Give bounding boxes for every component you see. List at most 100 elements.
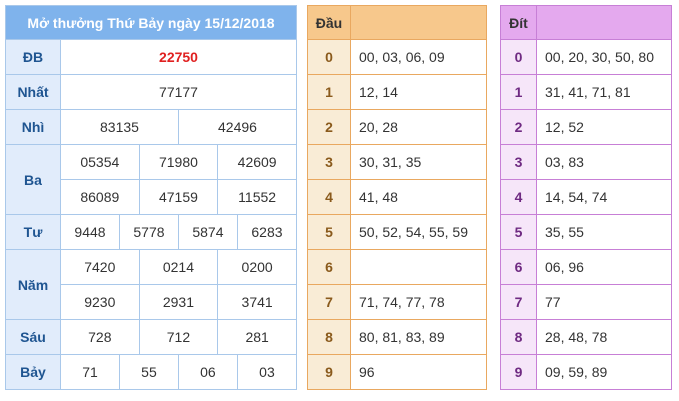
dit-row: 7 77 [500, 284, 672, 320]
dau-index: 3 [307, 144, 351, 180]
dau-values: 20, 28 [350, 109, 487, 145]
dau-table: Đầu 0 00, 03, 06, 09 1 12, 14 2 20, 28 3 30, 31… [307, 5, 487, 390]
dau-row: 7 71, 74, 77, 78 [307, 284, 487, 320]
dit-values: 06, 96 [536, 249, 672, 285]
dit-row: 9 09, 59, 89 [500, 354, 672, 390]
prize-value-ba: 86089 [60, 179, 140, 215]
dit-values: 09, 59, 89 [536, 354, 672, 390]
prize-value-db: 22750 [60, 39, 297, 75]
prize-value-nhat: 77177 [60, 74, 297, 110]
dit-table: Đít 0 00, 20, 30, 50, 80 1 31, 41, 71, 81 2 1… [500, 5, 672, 390]
dit-index: 2 [500, 109, 537, 145]
prize-label-nhat: Nhất [5, 74, 61, 110]
prize-label-bay: Bảy [5, 354, 61, 390]
dau-values: 30, 31, 35 [350, 144, 487, 180]
prize-row-db: ĐB 22750 [5, 39, 297, 75]
prize-value-nam: 9230 [60, 284, 140, 320]
dau-index: 5 [307, 214, 351, 250]
prize-row-nhi: Nhì 83135 42496 [5, 109, 298, 145]
dit-index: 4 [500, 179, 537, 215]
prize-row-nam: Năm 7420 0214 0200 [5, 249, 297, 320]
prize-value-nhi: 83135 [60, 109, 179, 145]
dit-row: 0 00, 20, 30, 50, 80 [500, 39, 672, 75]
prize-value-nam: 7420 [60, 249, 140, 285]
dit-index: 6 [500, 249, 537, 285]
dau-row: 3 30, 31, 35 [307, 144, 487, 180]
dau-row: 4 41, 48 [307, 179, 487, 215]
dit-row: 3 03, 83 [500, 144, 672, 180]
dit-index: 8 [500, 319, 537, 355]
prize-label-nhi: Nhì [5, 109, 61, 145]
dit-values: 03, 83 [536, 144, 672, 180]
prize-value-tu: 6283 [236, 214, 298, 250]
dit-index: 1 [500, 74, 537, 110]
prize-value-bay: 06 [177, 354, 238, 390]
dit-index: 3 [500, 144, 537, 180]
dau-index: 2 [307, 109, 351, 145]
dau-row: 8 80, 81, 83, 89 [307, 319, 487, 355]
prize-value-tu: 5874 [177, 214, 238, 250]
prize-label-sau: Sáu [5, 319, 61, 355]
prize-label-db: ĐB [5, 39, 61, 75]
dit-header-blank [536, 5, 672, 40]
prize-value-nam: 0200 [217, 249, 297, 285]
dau-row: 6 [307, 249, 487, 285]
dau-row: 5 50, 52, 54, 55, 59 [307, 214, 487, 250]
dau-index: 8 [307, 319, 351, 355]
dau-values [350, 249, 487, 285]
dau-header: Đầu [307, 5, 351, 40]
prize-value-tu: 9448 [60, 214, 120, 250]
prize-row-tu: Tư 9448 5778 5874 6283 [5, 214, 298, 250]
dau-index: 6 [307, 249, 351, 285]
prize-value-bay: 71 [60, 354, 120, 390]
dau-index: 7 [307, 284, 351, 320]
dit-index: 7 [500, 284, 537, 320]
dit-values: 28, 48, 78 [536, 319, 672, 355]
prize-value-nhi: 42496 [177, 109, 298, 145]
prize-value-nam: 0214 [138, 249, 219, 285]
dau-row: 2 20, 28 [307, 109, 487, 145]
prize-row-nhat: Nhất 77177 [5, 74, 297, 110]
prize-value-ba: 47159 [138, 179, 219, 215]
dau-values: 00, 03, 06, 09 [350, 39, 487, 75]
dit-row: 8 28, 48, 78 [500, 319, 672, 355]
prize-value-sau: 281 [217, 319, 297, 355]
dit-values: 00, 20, 30, 50, 80 [536, 39, 672, 75]
prize-row-ba: Ba 05354 71980 42609 [5, 144, 297, 215]
dit-values: 77 [536, 284, 672, 320]
dau-header-blank [350, 5, 487, 40]
dau-row: 1 12, 14 [307, 74, 487, 110]
dit-values: 31, 41, 71, 81 [536, 74, 672, 110]
dit-index: 9 [500, 354, 537, 390]
prize-value-sau: 712 [138, 319, 219, 355]
dau-index: 0 [307, 39, 351, 75]
dau-values: 50, 52, 54, 55, 59 [350, 214, 487, 250]
dit-index: 5 [500, 214, 537, 250]
prize-value-sau: 728 [60, 319, 140, 355]
prize-label-ba: Ba [5, 144, 61, 215]
dau-row: 9 96 [307, 354, 487, 390]
prize-value-ba: 71980 [138, 144, 219, 180]
dit-values: 12, 52 [536, 109, 672, 145]
prize-value-nam: 2931 [138, 284, 219, 320]
prize-value-ba: 11552 [217, 179, 297, 215]
dit-row: 2 12, 52 [500, 109, 672, 145]
prize-row-sau: Sáu 728 712 281 [5, 319, 297, 355]
dau-values: 41, 48 [350, 179, 487, 215]
prize-value-ba: 42609 [217, 144, 297, 180]
dau-index: 9 [307, 354, 351, 390]
prize-value-nam: 3741 [217, 284, 297, 320]
dau-index: 4 [307, 179, 351, 215]
results-title: Mở thưởng Thứ Bảy ngày 15/12/2018 [5, 5, 297, 40]
prize-value-ba: 05354 [60, 144, 140, 180]
dau-values: 96 [350, 354, 487, 390]
dau-index: 1 [307, 74, 351, 110]
dau-values: 12, 14 [350, 74, 487, 110]
dit-values: 35, 55 [536, 214, 672, 250]
dit-row: 6 06, 96 [500, 249, 672, 285]
dau-values: 71, 74, 77, 78 [350, 284, 487, 320]
dit-header: Đít [500, 5, 537, 40]
prize-row-bay: Bảy 71 55 06 03 [5, 354, 298, 390]
prize-label-nam: Năm [5, 249, 61, 320]
results-table: Mở thưởng Thứ Bảy ngày 15/12/2018 ĐB 227… [5, 5, 298, 390]
